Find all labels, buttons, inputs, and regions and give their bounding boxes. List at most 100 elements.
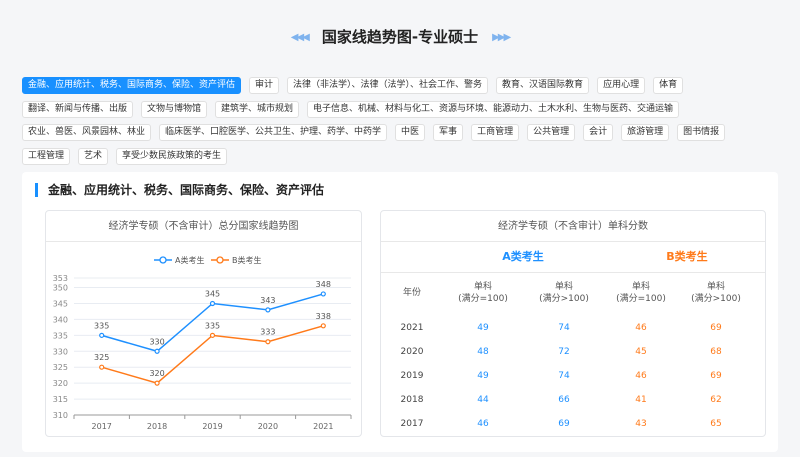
chart-panel: 经济学专硕（不含审计）总分国家线趋势图 310 315 320 325 330 335 34… [45,210,362,437]
category-tag[interactable]: 工程管理 [22,147,71,165]
tag-row: 工程管理 艺术 享受少数民族政策的考生 [22,147,782,165]
score-cell: 45 [635,347,647,357]
y-tick-label: 330 [53,347,68,356]
legend-marker [216,256,224,264]
score-cell: 62 [710,395,722,405]
category-tag[interactable]: 审计 [249,77,280,94]
line-chart: 310 315 320 325 330 335 340 345 350353 2017 2018 20… [53,255,352,431]
data-label: 343 [260,296,275,305]
score-cell: 69 [710,323,722,333]
major-category-tags: 金融、应用统计、税务、国际商务、保险、资产评估 审计 法律（非法学）、法律（法学）、… [22,77,782,171]
category-tag[interactable]: 文物与博物馆 [141,100,208,118]
x-tick-label: 2017 [92,422,112,431]
year-cell: 2017 [400,419,424,429]
y-tick-label: 310 [53,411,68,420]
category-tag[interactable]: 工商管理 [471,124,520,141]
data-label: 338 [316,312,331,321]
data-point [265,339,271,345]
data-point [154,348,160,354]
y-tick-label: 325 [53,363,68,372]
category-tag[interactable]: 应用心理 [597,77,646,94]
year-cell: 2018 [400,395,424,405]
category-tag[interactable]: 电子信息、机械、材料与化工、资源与环境、能源动力、土木水利、生物与医药、交通运输 [307,100,680,118]
x-tick-label: 2021 [313,422,333,431]
score-cell: 46 [635,371,647,381]
data-point [99,332,105,338]
y-tick-label: 345 [53,299,68,308]
y-tick-label: 353 [53,274,68,283]
category-tag[interactable]: 金融、应用统计、税务、国际商务、保险、资产评估 [22,77,242,94]
score-cell: 46 [477,419,489,429]
data-label: 335 [205,321,220,330]
group-a-header: A类考生 [502,250,544,263]
section-title: 金融、应用统计、税务、国际商务、保险、资产评估 [35,183,324,197]
data-point [154,380,160,386]
category-tag[interactable]: 享受少数民族政策的考生 [116,147,228,165]
legend-label: B类考生 [232,255,262,265]
score-cell: 74 [558,323,570,333]
legend-marker [159,256,167,264]
year-cell: 2019 [400,371,424,381]
divider [381,272,765,273]
score-cell: 65 [710,419,722,429]
category-tag[interactable]: 会计 [583,124,614,141]
data-label: 325 [94,353,109,362]
category-tag[interactable]: 中医 [395,124,426,141]
category-tag[interactable]: 农业、兽医、风景园林、林业 [22,124,152,141]
score-cell: 48 [477,347,489,357]
column-header: 单科 (满分>100) [691,282,741,304]
x-tick-label: 2018 [147,422,167,431]
data-point [209,300,216,307]
result-card: 金融、应用统计、税务、国际商务、保险、资产评估 经济学专硕（不含审计）总分国家线… [22,172,778,452]
table-title: 经济学专硕（不含审计）单科分数 [381,211,765,242]
tag-row: 翻译、新闻与传播、出版 文物与博物馆 建筑学、城市规划 电子信息、机械、材料与化工、资… [22,100,782,118]
year-cell: 2020 [400,347,424,357]
score-cell: 69 [558,419,570,429]
category-tag[interactable]: 军事 [433,124,464,141]
data-label: 335 [94,321,109,330]
category-tag[interactable]: 图书情报 [677,124,726,141]
page-title-text: 国家线趋势图-专业硕士 [321,28,479,46]
data-label: 320 [149,369,164,378]
y-tick-label: 315 [53,395,68,404]
category-tag[interactable]: 体育 [653,77,684,94]
data-point [320,323,326,329]
data-point [99,364,105,370]
score-cell: 41 [635,395,647,405]
tag-row: 金融、应用统计、税务、国际商务、保险、资产评估 审计 法律（非法学）、法律（法学）、… [22,77,782,94]
year-cell: 2021 [400,323,424,333]
x-tick-label: 2019 [202,422,222,431]
score-table: A类考生 B类考生 年份 单科 (满分=100) 单科 (满分>100) 单科 (满分=1… [381,242,765,438]
left-arrows-icon: ◀◀◀ [290,32,310,43]
y-tick-label: 320 [53,379,68,388]
data-point [265,307,271,313]
category-tag[interactable]: 公共管理 [527,124,576,141]
score-cell: 43 [635,419,647,429]
score-cell: 68 [710,347,722,357]
column-header: 单科 (满分>100) [539,282,589,304]
score-cell: 66 [558,395,570,405]
category-tag[interactable]: 翻译、新闻与传播、出版 [22,100,134,118]
score-cell: 44 [477,395,489,405]
category-tag[interactable]: 旅游管理 [621,124,670,141]
data-label: 348 [316,280,331,289]
category-tag[interactable]: 法律（非法学）、法律（法学）、社会工作、警务 [287,77,489,94]
score-cell: 46 [635,323,647,333]
category-tag[interactable]: 建筑学、城市规划 [215,100,300,118]
data-label: 333 [260,328,275,337]
data-label: 330 [149,337,164,346]
category-tag[interactable]: 艺术 [78,147,109,165]
group-b-header: B类考生 [666,250,708,263]
y-tick-label: 335 [53,331,68,340]
category-tag[interactable]: 临床医学、口腔医学、公共卫生、护理、药学、中药学 [159,124,388,141]
column-header: 单科 (满分=100) [616,282,666,304]
score-cell: 49 [477,371,489,381]
score-cell: 74 [558,371,570,381]
legend-label: A类考生 [175,255,204,265]
tag-row: 农业、兽医、风景园林、林业 临床医学、口腔医学、公共卫生、护理、药学、中药学 中医军… [22,124,782,141]
x-tick-label: 2020 [258,422,278,431]
score-cell: 69 [710,371,722,381]
right-arrows-icon: ▶▶▶ [492,32,511,43]
category-tag[interactable]: 教育、汉语国际教育 [496,77,590,94]
data-label: 345 [205,289,220,298]
